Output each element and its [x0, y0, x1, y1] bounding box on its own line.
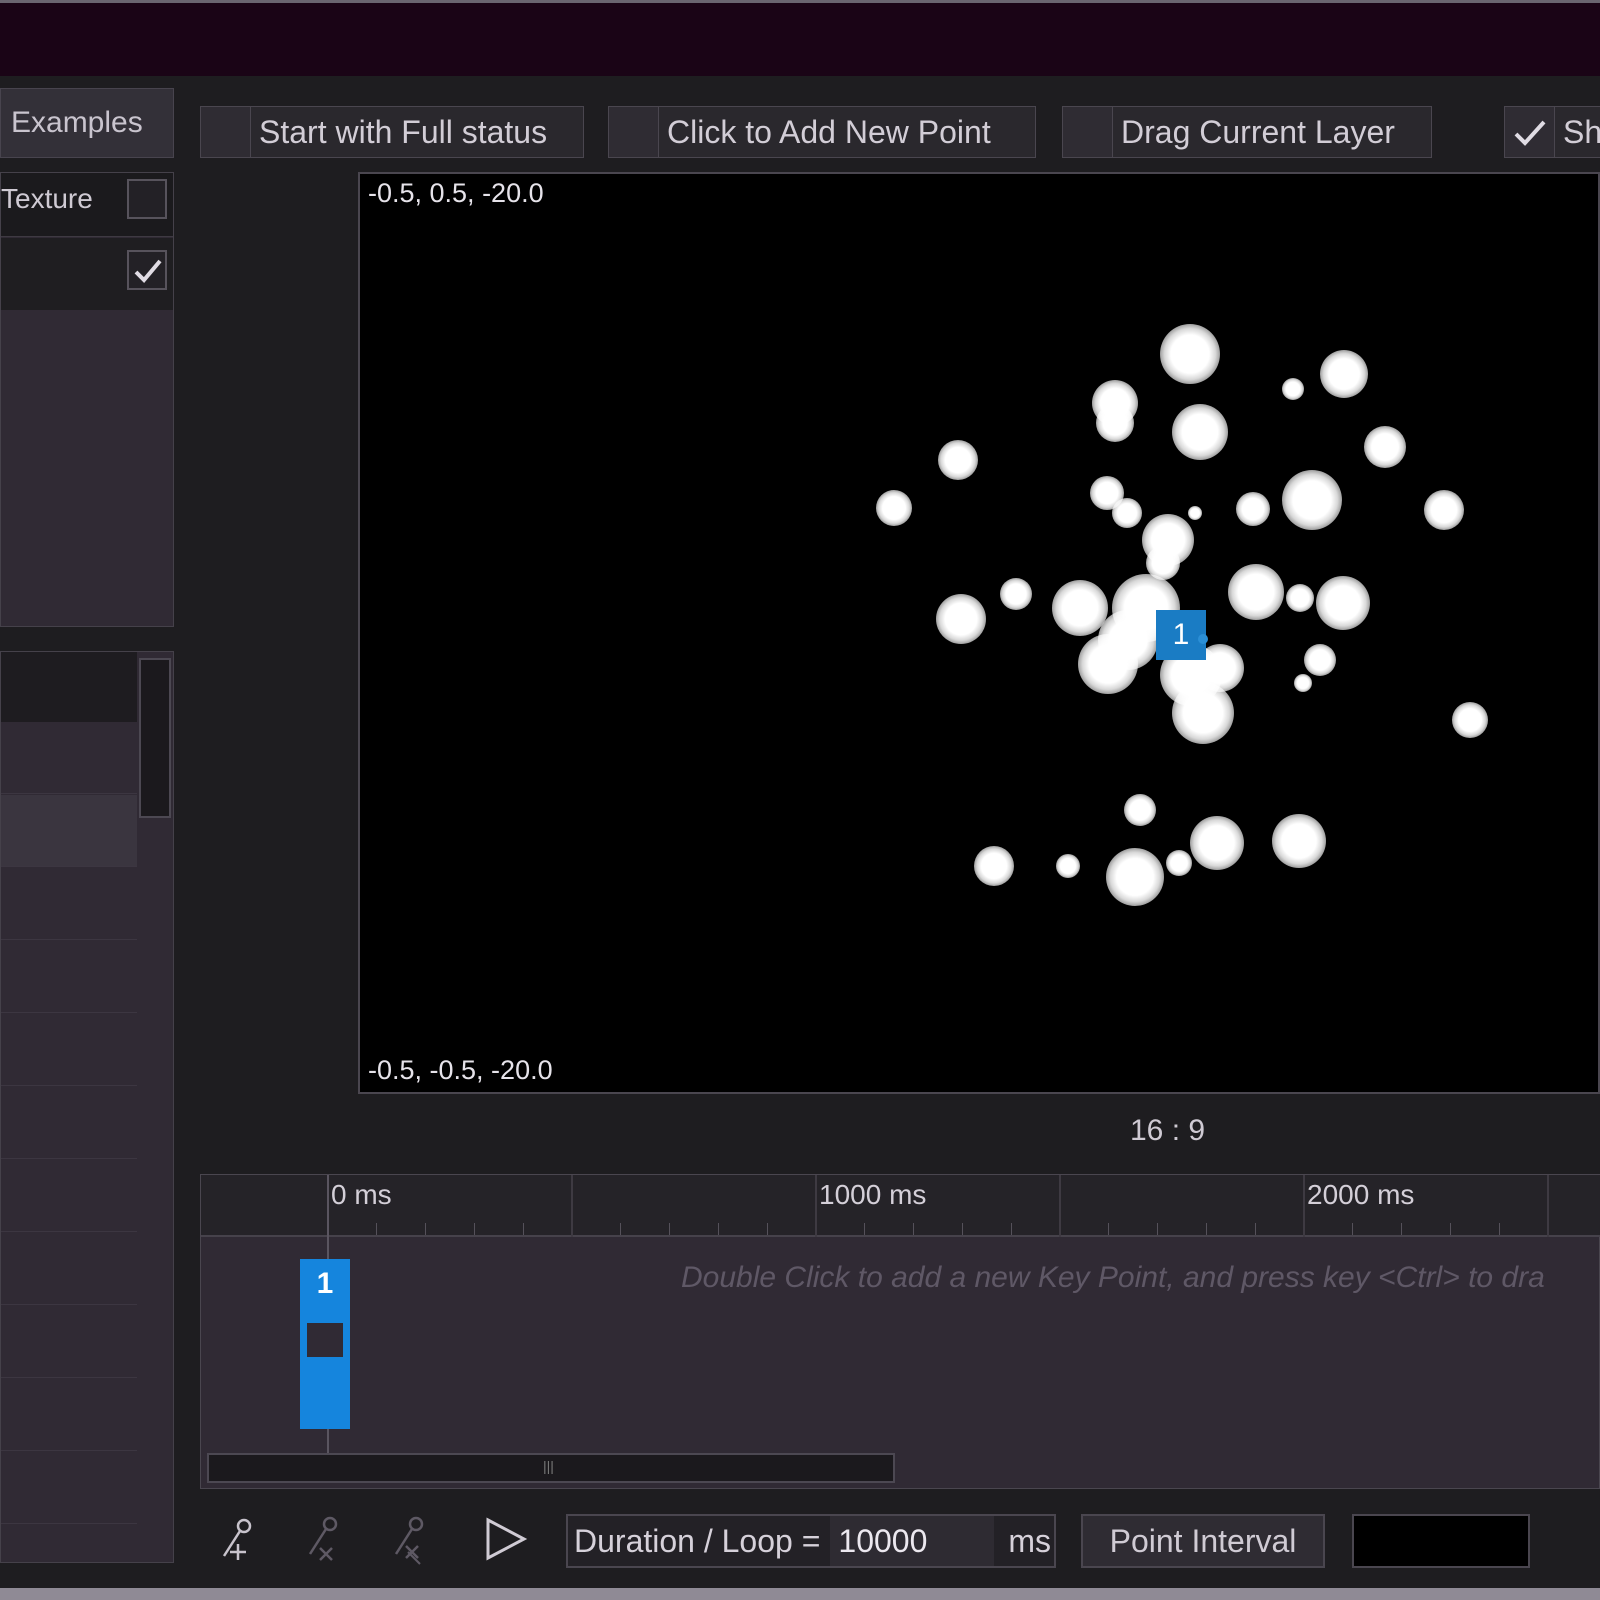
duration-unit: ms	[1008, 1522, 1052, 1559]
particle	[1190, 816, 1244, 870]
status-strip	[0, 1588, 1600, 1600]
timeline-keypoint-label: 1	[316, 1267, 334, 1300]
particle	[1304, 644, 1336, 676]
particle	[1160, 324, 1220, 384]
particle	[1286, 584, 1314, 612]
particle	[1236, 492, 1270, 526]
particle	[1282, 470, 1342, 530]
particle	[1000, 578, 1032, 610]
particle	[936, 594, 986, 644]
particle	[1316, 576, 1370, 630]
start-full-status-checkbox[interactable]	[201, 107, 251, 157]
clear-keypoints-button[interactable]	[386, 1512, 436, 1566]
particle	[1424, 490, 1464, 530]
start-full-status-label: Start with Full status	[259, 113, 548, 150]
particle	[1124, 794, 1156, 826]
option-row	[1, 238, 173, 310]
title-bar	[0, 0, 1600, 76]
particle	[1172, 682, 1234, 744]
particle	[1106, 848, 1164, 906]
particle	[1056, 854, 1080, 878]
particle	[876, 490, 912, 526]
drag-layer-label: Drag Current Layer	[1121, 113, 1395, 150]
list-item[interactable]	[1, 1452, 137, 1524]
list-item[interactable]	[1, 1087, 137, 1159]
timeline-keypoint[interactable]: 1	[300, 1259, 350, 1429]
particle	[1282, 378, 1304, 400]
ruler-label-1000ms: 1000 ms	[819, 1179, 927, 1210]
play-icon	[486, 1517, 528, 1561]
examples-label: Examples	[11, 106, 143, 139]
clear-keypoints-icon	[394, 1516, 424, 1565]
particle	[1320, 350, 1368, 398]
click-add-point-checkbox[interactable]	[609, 107, 659, 157]
timeline-panel[interactable]: 0 ms 1000 ms 2000 ms Double Click to add…	[200, 1174, 1600, 1489]
check-icon	[1514, 120, 1546, 146]
list-item[interactable]	[1, 1160, 137, 1232]
point-interval-input[interactable]	[1352, 1514, 1530, 1568]
duration-label: Duration / Loop =	[574, 1522, 821, 1559]
layer-list-header	[1, 652, 137, 722]
particle	[1166, 850, 1192, 876]
check-icon	[134, 259, 162, 283]
particle	[1228, 564, 1284, 620]
ruler-label-0ms: 0 ms	[331, 1179, 392, 1210]
examples-button[interactable]: Examples	[0, 88, 174, 158]
scrollbar-grip-icon: |||	[543, 1458, 554, 1474]
particle	[1172, 404, 1228, 460]
layer-options-panel: Texture	[0, 172, 174, 627]
layer-list-scrollbar[interactable]	[139, 658, 171, 818]
particle	[1096, 404, 1134, 442]
play-button[interactable]	[480, 1512, 530, 1566]
add-keypoint-icon	[222, 1518, 252, 1560]
texture-label: Texture	[1, 183, 93, 214]
list-item[interactable]	[1, 1233, 137, 1305]
particle	[1188, 506, 1202, 520]
keypoint-marker-label: 1	[1172, 618, 1190, 651]
particle	[974, 846, 1014, 886]
layer-list	[0, 651, 174, 1563]
list-item[interactable]	[1, 941, 137, 1013]
list-item[interactable]	[1, 1379, 137, 1451]
texture-checkbox[interactable]	[127, 179, 167, 219]
list-item[interactable]	[1, 868, 137, 940]
click-add-point-toggle[interactable]: Click to Add New Point	[608, 106, 1036, 158]
click-add-point-label: Click to Add New Point	[667, 113, 991, 150]
ruler-label-2000ms: 2000 ms	[1307, 1179, 1415, 1210]
texture-row: Texture	[1, 173, 173, 237]
show-checkbox[interactable]	[1505, 107, 1555, 157]
show-label: Sh	[1563, 113, 1600, 150]
timeline-ruler[interactable]: 0 ms 1000 ms 2000 ms	[201, 1175, 1600, 1237]
timeline-scrollbar[interactable]: |||	[207, 1453, 895, 1483]
add-keypoint-button[interactable]	[214, 1512, 264, 1566]
keypoint-anchor[interactable]	[1198, 634, 1208, 644]
list-item[interactable]	[1, 1306, 137, 1378]
point-interval-label: Point Interval	[1109, 1522, 1297, 1559]
particle	[1364, 426, 1406, 468]
point-interval-button[interactable]: Point Interval	[1081, 1514, 1325, 1568]
show-toggle[interactable]: Sh	[1504, 106, 1600, 158]
timeline-hint: Double Click to add a new Key Point, and…	[681, 1261, 1545, 1294]
list-item[interactable]	[1, 722, 137, 794]
remove-keypoint-icon	[308, 1516, 338, 1561]
particle	[1272, 814, 1326, 868]
list-item-selected[interactable]	[1, 795, 137, 867]
start-full-status-toggle[interactable]: Start with Full status	[200, 106, 584, 158]
option-checkbox[interactable]	[127, 250, 167, 290]
particle	[938, 440, 978, 480]
particle	[1078, 634, 1138, 694]
aspect-ratio-label: 16 : 9	[1130, 1114, 1206, 1147]
particle	[1452, 702, 1488, 738]
drag-layer-toggle[interactable]: Drag Current Layer	[1062, 106, 1432, 158]
canvas-top-coord: -0.5, 0.5, -20.0	[368, 178, 544, 208]
drag-layer-checkbox[interactable]	[1063, 107, 1113, 157]
particle	[1294, 674, 1312, 692]
duration-field: Duration / Loop = 10000 ms	[566, 1514, 1056, 1568]
duration-input[interactable]: 10000	[830, 1516, 995, 1566]
particle-canvas[interactable]: -0.5, 0.5, -20.0 -0.5, -0.5, -20.0 1	[358, 172, 1600, 1094]
list-item[interactable]	[1, 1014, 137, 1086]
particle	[1112, 498, 1142, 528]
canvas-bottom-coord: -0.5, -0.5, -20.0	[368, 1055, 553, 1085]
remove-keypoint-button[interactable]	[300, 1512, 350, 1566]
